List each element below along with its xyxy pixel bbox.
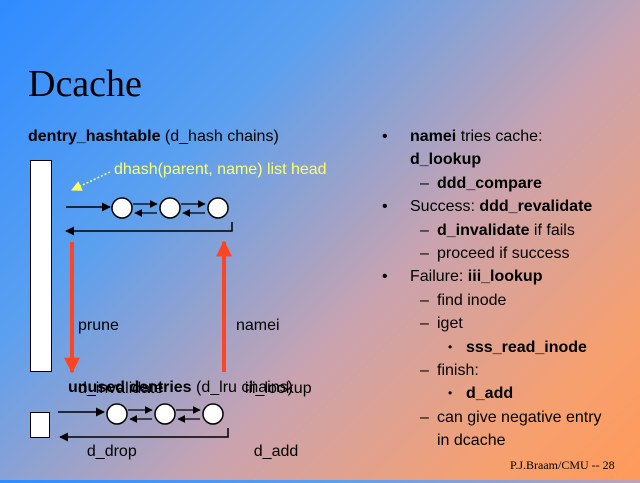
hash-return-arrow xyxy=(65,222,233,236)
lru-node-3 xyxy=(202,403,224,425)
bullet-text: if fails xyxy=(529,221,575,239)
bullet-marker: – xyxy=(420,174,429,192)
bullet-text: namei xyxy=(410,128,457,145)
bullet-text: d_lookup xyxy=(410,151,482,169)
bullet-marker: • xyxy=(382,198,388,216)
bullet-item: d_lookup xyxy=(382,148,632,171)
bullet-marker: – xyxy=(420,221,429,239)
bullet-item: • namei tries cache: xyxy=(382,125,632,148)
bullet-marker: – xyxy=(420,362,429,380)
bullet-item: – iget xyxy=(382,312,632,335)
lru-node-1 xyxy=(106,403,128,425)
bullet-item: • Failure: iii_lookup xyxy=(382,265,632,288)
lru-node-2 xyxy=(154,403,176,425)
bullet-item: – ddd_compare xyxy=(382,172,632,195)
bullet-text: can give negative entry xyxy=(437,408,602,426)
bullet-text: ddd_revalidate xyxy=(479,198,593,216)
bullet-item: – proceed if success xyxy=(382,242,632,265)
bullet-text: find inode xyxy=(437,291,507,309)
bullet-text: Failure: xyxy=(410,268,468,286)
bullet-marker: • xyxy=(382,268,388,286)
bullet-item: • d_add xyxy=(382,382,632,405)
bullet-text: Success: xyxy=(410,198,480,216)
bullet-text: finish: xyxy=(437,362,479,380)
bullet-item: – find inode xyxy=(382,289,632,312)
bullet-text: ddd_compare xyxy=(437,174,542,192)
bullet-item: – d_invalidate if fails xyxy=(382,219,632,242)
bullet-marker: – xyxy=(420,315,429,333)
slide-footer: P.J.Braam/CMU -- 28 xyxy=(510,458,615,472)
bullet-list: • namei tries cache: d_lookup – ddd_compare •… xyxy=(382,125,632,453)
bullet-marker: • xyxy=(382,128,388,145)
bullet-text: tries cache: xyxy=(456,128,543,145)
bullet-text: iget xyxy=(437,315,463,333)
bullet-item: in dcache xyxy=(382,429,632,452)
bullet-marker: – xyxy=(420,245,429,263)
bullet-text: sss_read_inode xyxy=(466,338,587,356)
bullet-item: – can give negative entry xyxy=(382,406,632,429)
bullet-marker: • xyxy=(448,339,453,354)
bullet-text: iii_lookup xyxy=(467,268,543,286)
hash-node-3 xyxy=(207,197,229,219)
bullet-marker: – xyxy=(420,408,429,426)
bullet-text: in dcache xyxy=(437,432,506,450)
bullet-text: d_add xyxy=(466,385,514,403)
hash-node-1 xyxy=(111,197,133,219)
bullet-text: proceed if success xyxy=(437,245,570,263)
bullet-marker: • xyxy=(448,386,453,401)
bullet-text: d_invalidate xyxy=(437,221,530,239)
bullet-item: – finish: xyxy=(382,359,632,382)
lru-return-arrow xyxy=(59,428,229,442)
hash-node-2 xyxy=(159,197,181,219)
head-pointer-arrow xyxy=(71,171,111,191)
bullet-marker: – xyxy=(420,291,429,309)
bullet-item: • sss_read_inode xyxy=(382,336,632,359)
bullet-item: • Success: ddd_revalidate xyxy=(382,195,632,218)
